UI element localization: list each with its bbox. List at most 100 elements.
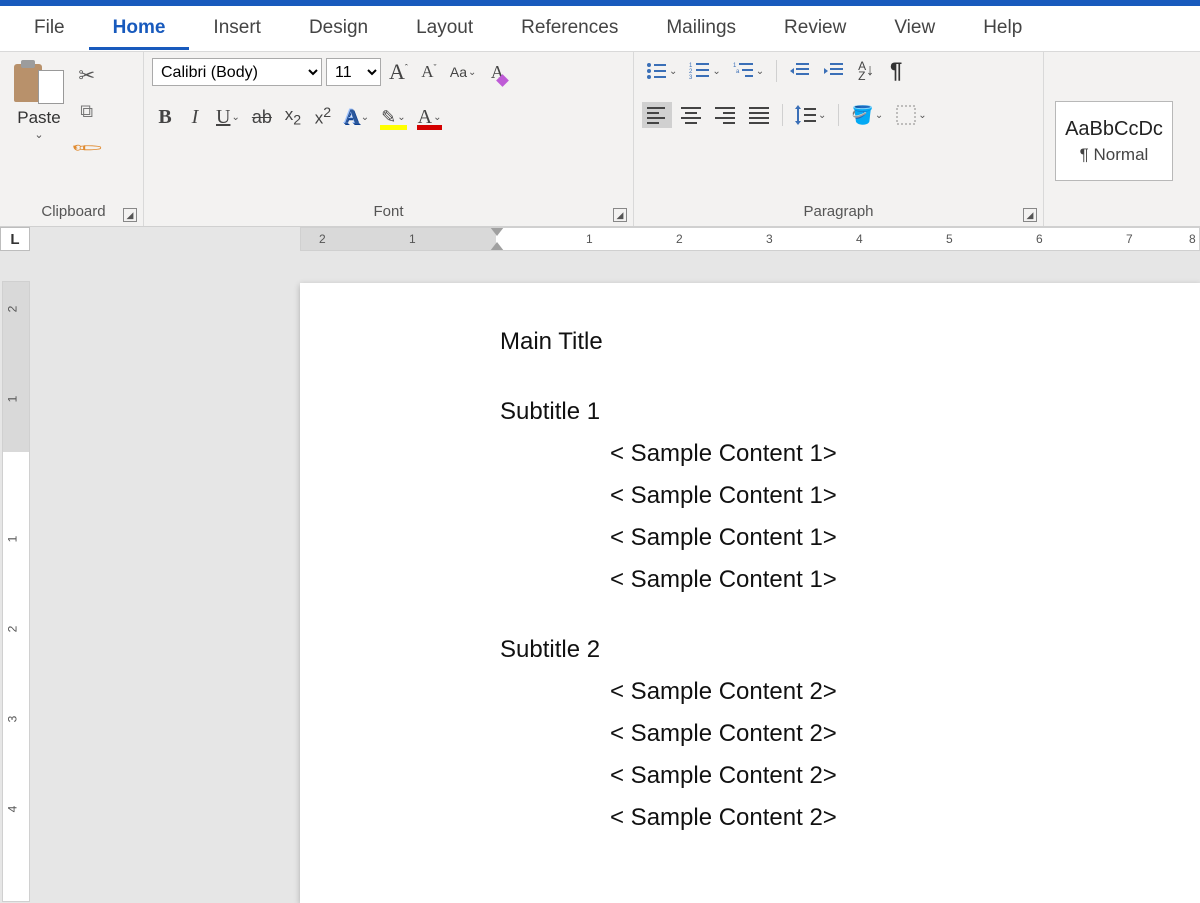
tab-home[interactable]: Home bbox=[89, 7, 190, 50]
multilevel-list-button[interactable]: 1a ⌄ bbox=[729, 58, 768, 84]
chevron-down-icon: ⌄ bbox=[669, 66, 677, 77]
paint-bucket-icon: 🪣 bbox=[851, 105, 873, 126]
chevron-down-icon: ⌄ bbox=[397, 112, 405, 123]
doc-content-line[interactable]: < Sample Content 1> bbox=[500, 433, 1200, 475]
doc-subtitle[interactable]: Subtitle 1 bbox=[500, 391, 1200, 433]
line-spacing-icon bbox=[795, 105, 817, 125]
chevron-down-icon: ⌄ bbox=[361, 112, 369, 123]
chevron-down-icon: ⌄ bbox=[918, 110, 926, 121]
show-marks-button[interactable]: ¶ bbox=[883, 58, 909, 84]
group-clipboard: Paste ⌄ ✂ ⧉ 🖌 Clipboard ◢ bbox=[4, 52, 144, 226]
tab-design[interactable]: Design bbox=[285, 7, 392, 50]
doc-content-line[interactable]: < Sample Content 1> bbox=[500, 517, 1200, 559]
group-styles: AaBbCcDc ¶ Normal bbox=[1044, 52, 1184, 226]
format-painter-button[interactable]: 🖌 bbox=[70, 134, 103, 160]
font-color-button[interactable]: A ⌄ bbox=[414, 104, 446, 130]
chevron-down-icon: ⌄ bbox=[433, 112, 441, 123]
tab-view[interactable]: View bbox=[870, 7, 959, 50]
clipboard-dialog-launcher[interactable]: ◢ bbox=[123, 208, 137, 222]
vertical-ruler[interactable]: 2 1 1 2 3 4 bbox=[2, 281, 30, 902]
clear-formatting-button[interactable]: A bbox=[484, 59, 510, 85]
align-left-button[interactable] bbox=[642, 102, 672, 128]
style-sample: AaBbCcDc bbox=[1065, 118, 1163, 141]
ribbon-tabs: File Home Insert Design Layout Reference… bbox=[0, 6, 1200, 52]
justify-icon bbox=[748, 105, 770, 125]
doc-content-line[interactable]: < Sample Content 2> bbox=[500, 713, 1200, 755]
chevron-down-icon: ⌄ bbox=[818, 110, 826, 121]
group-label-font: Font bbox=[152, 200, 625, 224]
chevron-down-icon: ⌄ bbox=[875, 110, 883, 121]
doc-content-line[interactable]: < Sample Content 1> bbox=[500, 559, 1200, 601]
align-center-button[interactable] bbox=[676, 102, 706, 128]
scissors-icon: ✂ bbox=[78, 63, 95, 88]
style-normal[interactable]: AaBbCcDc ¶ Normal bbox=[1055, 101, 1173, 181]
svg-text:a: a bbox=[736, 69, 740, 75]
shrink-font-button[interactable]: Aˇ bbox=[416, 59, 442, 85]
tab-review[interactable]: Review bbox=[760, 7, 870, 50]
group-paragraph: ⌄ 123 ⌄ 1a ⌄ AZ↓ bbox=[634, 52, 1044, 226]
paste-icon bbox=[14, 60, 64, 106]
tab-help[interactable]: Help bbox=[959, 7, 1046, 50]
align-left-icon bbox=[646, 105, 668, 125]
copy-button[interactable]: ⧉ bbox=[70, 98, 103, 124]
paste-button[interactable]: Paste ⌄ bbox=[12, 58, 66, 143]
group-label-paragraph: Paragraph bbox=[642, 200, 1035, 224]
ribbon: Paste ⌄ ✂ ⧉ 🖌 Clipboard ◢ Calibri (Body)… bbox=[0, 52, 1200, 227]
paragraph-dialog-launcher[interactable]: ◢ bbox=[1023, 208, 1037, 222]
justify-button[interactable] bbox=[744, 102, 774, 128]
font-name-select[interactable]: Calibri (Body) bbox=[152, 58, 322, 86]
text-effects-button[interactable]: A⌄ bbox=[340, 104, 373, 130]
cut-button[interactable]: ✂ bbox=[70, 62, 103, 88]
brush-icon: 🖌 bbox=[69, 129, 105, 165]
align-right-button[interactable] bbox=[710, 102, 740, 128]
strikethrough-button[interactable]: ab bbox=[248, 104, 276, 130]
tab-stop-selector[interactable]: L bbox=[0, 227, 30, 251]
work-area: 2 1 1 2 3 4 Main Title Subtitle 1 < Samp… bbox=[0, 251, 1200, 902]
doc-content-line[interactable]: < Sample Content 1> bbox=[500, 475, 1200, 517]
tab-mailings[interactable]: Mailings bbox=[642, 7, 760, 50]
increase-indent-button[interactable] bbox=[819, 58, 849, 84]
indent-icon bbox=[823, 61, 845, 81]
change-case-button[interactable]: Aa⌄ bbox=[446, 59, 481, 85]
hanging-indent-marker[interactable] bbox=[490, 242, 504, 251]
first-line-indent-marker[interactable] bbox=[490, 227, 504, 236]
borders-icon bbox=[895, 105, 917, 125]
doc-title[interactable]: Main Title bbox=[500, 321, 1200, 363]
highlight-button[interactable]: ✎ ⌄ bbox=[377, 104, 409, 130]
decrease-indent-button[interactable] bbox=[785, 58, 815, 84]
font-size-select[interactable]: 11 bbox=[326, 58, 381, 86]
tab-layout[interactable]: Layout bbox=[392, 7, 497, 50]
doc-content-line[interactable]: < Sample Content 2> bbox=[500, 671, 1200, 713]
chevron-down-icon: ⌄ bbox=[756, 66, 764, 77]
doc-content-line[interactable]: < Sample Content 2> bbox=[500, 797, 1200, 839]
font-dialog-launcher[interactable]: ◢ bbox=[613, 208, 627, 222]
bold-button[interactable]: B bbox=[152, 104, 178, 130]
doc-subtitle[interactable]: Subtitle 2 bbox=[500, 629, 1200, 671]
copy-icon: ⧉ bbox=[80, 101, 93, 122]
multilevel-icon: 1a bbox=[733, 61, 755, 81]
borders-button[interactable]: ⌄ bbox=[891, 102, 930, 128]
shading-button[interactable]: 🪣 ⌄ bbox=[847, 102, 887, 128]
underline-button[interactable]: U⌄ bbox=[212, 104, 244, 130]
horizontal-ruler[interactable]: 2 1 1 2 3 4 5 6 7 8 bbox=[300, 227, 1200, 251]
chevron-down-icon[interactable]: ⌄ bbox=[34, 128, 43, 141]
style-name: ¶ Normal bbox=[1080, 145, 1149, 165]
tab-file[interactable]: File bbox=[10, 7, 89, 50]
sort-button[interactable]: AZ↓ bbox=[853, 58, 879, 84]
superscript-button[interactable]: x2 bbox=[310, 104, 336, 130]
align-right-icon bbox=[714, 105, 736, 125]
italic-button[interactable]: I bbox=[182, 104, 208, 130]
text-effects-icon: A bbox=[344, 104, 360, 130]
document-page[interactable]: Main Title Subtitle 1 < Sample Content 1… bbox=[300, 283, 1200, 903]
tab-insert[interactable]: Insert bbox=[189, 7, 285, 50]
grow-font-button[interactable]: Aˆ bbox=[385, 59, 412, 85]
numbering-button[interactable]: 123 ⌄ bbox=[685, 58, 724, 84]
align-center-icon bbox=[680, 105, 702, 125]
pilcrow-icon: ¶ bbox=[890, 58, 902, 84]
bullets-button[interactable]: ⌄ bbox=[642, 58, 681, 84]
subscript-button[interactable]: x2 bbox=[280, 104, 306, 130]
chevron-down-icon: ⌄ bbox=[468, 67, 476, 78]
line-spacing-button[interactable]: ⌄ bbox=[791, 102, 830, 128]
doc-content-line[interactable]: < Sample Content 2> bbox=[500, 755, 1200, 797]
tab-references[interactable]: References bbox=[497, 7, 642, 50]
